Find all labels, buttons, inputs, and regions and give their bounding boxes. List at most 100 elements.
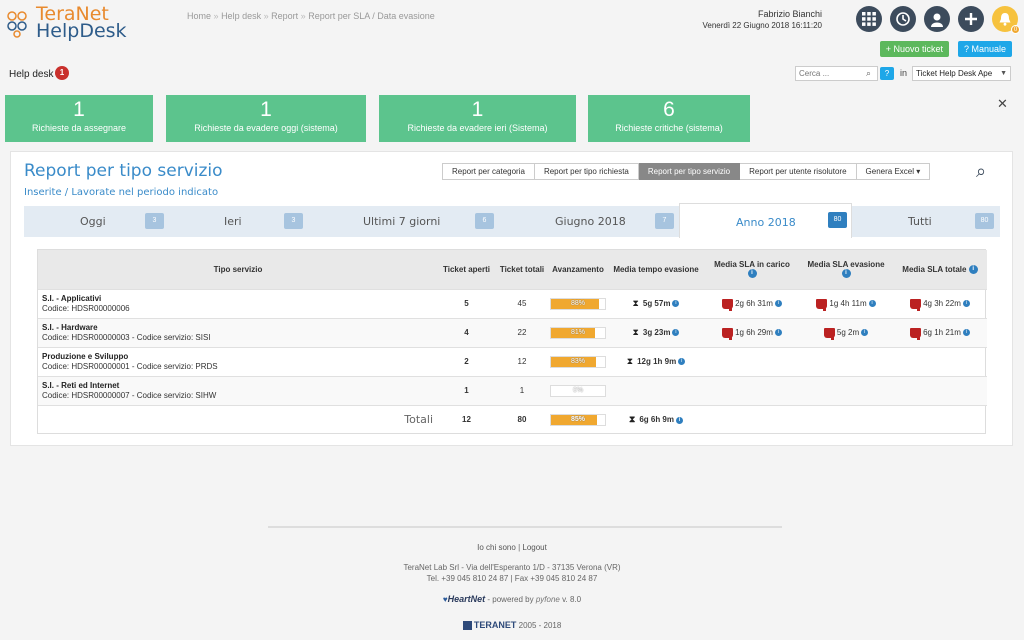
card-evadere-oggi[interactable]: 1 Richieste da evadere oggi (sistema) xyxy=(166,95,366,142)
header-ticket-totali[interactable]: Ticket totali xyxy=(495,250,549,289)
caret-down-icon: ▾ xyxy=(916,167,921,176)
user-icon[interactable] xyxy=(924,6,950,32)
app-logo[interactable]: TeraNet HelpDesk xyxy=(6,5,146,44)
period-count: 80 xyxy=(975,213,994,229)
footer-phones: Tel. +39 045 810 24 87 | Fax +39 045 810… xyxy=(426,574,598,583)
card-evadere-ieri[interactable]: 1 Richieste da evadere ieri (Sistema) xyxy=(379,95,576,142)
tab-period-ultimi-7[interactable]: Ultimi 7 giorni 6 xyxy=(306,206,496,237)
search-in-label: in xyxy=(900,68,908,78)
teranet-logo[interactable]: TERANET xyxy=(474,620,517,630)
footer-divider xyxy=(268,526,782,528)
bell-icon[interactable]: 0 xyxy=(992,6,1020,34)
info-icon[interactable]: i xyxy=(861,329,869,336)
card-da-assegnare[interactable]: 1 Richieste da assegnare xyxy=(5,95,153,142)
service-code: Codice: HDSR00000006 xyxy=(42,303,130,313)
info-icon[interactable]: i xyxy=(841,269,851,279)
search-icon[interactable]: ⌕ xyxy=(866,68,871,79)
hourglass-icon: ⧗ xyxy=(628,414,636,425)
tab-period-giugno[interactable]: Giugno 2018 7 xyxy=(496,206,679,237)
manual-button[interactable]: ? Manuale xyxy=(957,41,1012,57)
info-icon[interactable]: i xyxy=(672,329,680,337)
sla-totale: 6g 1h 21m xyxy=(923,327,961,337)
period-label: Tutti xyxy=(908,215,932,228)
card-label: Richieste da evadere ieri (Sistema) xyxy=(407,123,548,133)
ticket-aperti: 4 xyxy=(438,317,495,347)
search-help-button[interactable]: ? xyxy=(880,67,894,80)
service-name: S.I. - Hardware xyxy=(42,322,98,332)
heartnet-logo[interactable]: HeartNet xyxy=(448,594,486,604)
card-value: 1 xyxy=(73,98,85,121)
tab-period-ieri[interactable]: Ieri 3 xyxy=(169,206,306,237)
tab-report-tipo-servizio[interactable]: Report per tipo servizio xyxy=(638,163,741,180)
notification-badge: 0 xyxy=(1011,25,1020,34)
info-icon[interactable]: i xyxy=(672,300,680,308)
service-name: S.I. - Reti ed Internet xyxy=(42,380,120,390)
breadcrumb-helpdesk[interactable]: Help desk xyxy=(221,11,261,21)
search-icon[interactable]: ⌕ xyxy=(976,161,986,182)
table-row[interactable]: S.I. - Hardware Codice: HDSR00000003 - Co… xyxy=(38,317,987,347)
info-icon[interactable]: i xyxy=(968,264,978,274)
header-sla-evasione[interactable]: Media SLA evasione i xyxy=(799,250,893,289)
progress-bar: 81% xyxy=(550,326,606,339)
generate-excel-button[interactable]: Genera Excel ▾ xyxy=(856,163,931,180)
info-icon[interactable]: i xyxy=(962,300,970,307)
tab-period-anno[interactable]: Anno 2018 80 xyxy=(679,203,852,238)
current-date: Venerdì 22 Giugno 2018 16:11:20 xyxy=(702,21,822,30)
table-row[interactable]: S.I. - Applicativi Codice: HDSR00000006 5 4… xyxy=(38,288,987,318)
header-sla-carico[interactable]: Media SLA in carico i xyxy=(705,250,799,289)
thumbs-down-icon xyxy=(823,327,835,340)
breadcrumb-home[interactable]: Home xyxy=(187,11,211,21)
service-code: Codice: HDSR00000007 - Codice servizio: … xyxy=(42,390,217,400)
header-icons: 0 xyxy=(856,6,1020,34)
breadcrumb-report[interactable]: Report xyxy=(271,11,298,21)
info-icon[interactable]: i xyxy=(962,329,970,336)
add-icon[interactable] xyxy=(958,6,984,32)
card-critiche[interactable]: 6 Richieste critiche (sistema) xyxy=(588,95,750,142)
totals-row: Totali 12 80 85% ⧗ 6g 6h 9m i xyxy=(38,404,987,434)
tab-period-oggi[interactable]: Oggi 3 xyxy=(24,206,169,237)
service-code: Codice: HDSR00000003 - Codice servizio: … xyxy=(42,332,211,342)
info-icon[interactable]: i xyxy=(747,269,757,279)
header-avanzamento[interactable]: Avanzamento xyxy=(549,250,607,289)
helpdesk-label[interactable]: Help desk xyxy=(9,69,53,80)
period-count: 6 xyxy=(475,213,494,229)
info-icon[interactable]: i xyxy=(774,300,782,307)
logo-line2: HelpDesk xyxy=(36,20,127,42)
tab-period-tutti[interactable]: Tutti 80 xyxy=(852,206,1000,237)
help-icon: ? xyxy=(963,44,969,54)
search-scope-select[interactable]: Ticket Help Desk Ape ▼ xyxy=(912,66,1011,81)
logout-link[interactable]: Logout xyxy=(522,543,546,552)
info-icon[interactable]: i xyxy=(678,358,686,366)
breadcrumb: Home » Help desk » Report » Report per S… xyxy=(187,11,435,21)
thumbs-down-icon xyxy=(722,327,734,340)
footer-powered: ♥HeartNet - powered by pyfone v. 8.0 xyxy=(442,594,582,604)
who-am-i-link[interactable]: Io chi sono xyxy=(477,543,516,552)
header-media-tempo[interactable]: Media tempo evasione xyxy=(607,250,705,289)
table-row[interactable]: Produzione e Sviluppo Codice: HDSR0000000… xyxy=(38,346,987,376)
pyfone-logo[interactable]: pyfone xyxy=(536,595,560,604)
media-tempo: 3g 23m xyxy=(642,328,671,337)
progress-bar: 83% xyxy=(550,355,606,368)
info-icon[interactable]: i xyxy=(774,329,782,336)
progress-bar: 88% xyxy=(550,297,606,310)
tab-report-tipo-richiesta[interactable]: Report per tipo richiesta xyxy=(534,163,639,180)
breadcrumb-current: Report per SLA / Data evasione xyxy=(308,11,435,21)
tab-report-utente-risolutore[interactable]: Report per utente risolutore xyxy=(740,163,857,180)
tab-report-categoria[interactable]: Report per categoria xyxy=(442,163,535,180)
card-label: Richieste da evadere oggi (sistema) xyxy=(194,123,338,133)
history-icon[interactable] xyxy=(890,6,916,32)
ticket-aperti: 5 xyxy=(438,288,495,318)
totals-aperti: 12 xyxy=(438,404,495,434)
close-icon[interactable]: ✕ xyxy=(997,96,1008,112)
new-ticket-button[interactable]: + Nuovo ticket xyxy=(879,41,949,57)
info-icon[interactable]: i xyxy=(868,300,876,307)
apps-grid-icon[interactable] xyxy=(856,6,882,32)
header-tipo-servizio[interactable]: Tipo servizio xyxy=(38,250,438,289)
header-sla-totale[interactable]: Media SLA totale i xyxy=(893,250,987,289)
hourglass-icon: ⧗ xyxy=(632,327,639,337)
table-row[interactable]: S.I. - Reti ed Internet Codice: HDSR00000… xyxy=(38,375,987,405)
plus-icon: + xyxy=(885,44,891,54)
header-ticket-aperti[interactable]: Ticket aperti xyxy=(438,250,495,289)
info-icon[interactable]: i xyxy=(676,416,683,424)
progress-bar: 85% xyxy=(550,413,606,426)
